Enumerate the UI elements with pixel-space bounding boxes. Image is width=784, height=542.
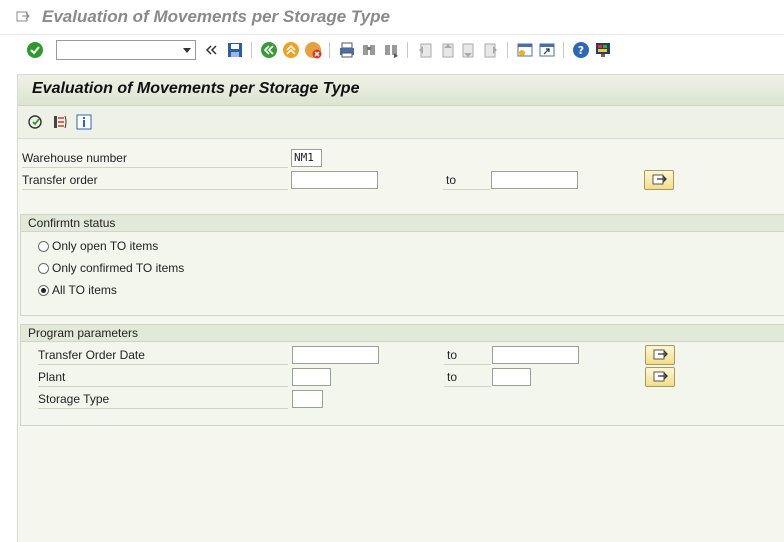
plant-label: Plant bbox=[38, 369, 288, 387]
radio-only-confirmed-label: Only confirmed TO items bbox=[52, 261, 185, 275]
radio-all-items[interactable] bbox=[38, 285, 49, 296]
save-icon[interactable] bbox=[226, 41, 244, 59]
toolbar-separator bbox=[507, 42, 508, 58]
first-page-icon[interactable] bbox=[416, 41, 434, 59]
exit-icon[interactable] bbox=[282, 41, 300, 59]
create-session-icon[interactable] bbox=[516, 41, 534, 59]
window-menu-icon[interactable] bbox=[16, 10, 30, 22]
toolbar-separator bbox=[329, 42, 330, 58]
application-toolbar bbox=[18, 106, 784, 139]
command-field[interactable] bbox=[56, 40, 196, 60]
transfer-order-date-multiple-selection-button[interactable] bbox=[645, 345, 675, 365]
last-page-icon[interactable] bbox=[482, 41, 500, 59]
find-next-icon[interactable] bbox=[382, 41, 400, 59]
transfer-order-date-to-input[interactable] bbox=[492, 346, 579, 364]
confirmation-status-title: Confirmtn status bbox=[21, 215, 784, 232]
toolbar-separator bbox=[563, 42, 564, 58]
plant-to-label: to bbox=[444, 369, 491, 387]
transfer-order-label: Transfer order bbox=[22, 172, 288, 190]
program-parameters-group: Program parameters Transfer Order Date t… bbox=[20, 324, 784, 426]
program-parameters-title: Program parameters bbox=[21, 325, 784, 342]
storage-type-label: Storage Type bbox=[38, 391, 288, 409]
execute-icon[interactable] bbox=[28, 114, 44, 130]
previous-page-icon[interactable] bbox=[438, 41, 456, 59]
next-page-icon[interactable] bbox=[460, 41, 478, 59]
transfer-order-date-from-input[interactable] bbox=[292, 346, 379, 364]
get-variant-icon[interactable] bbox=[52, 114, 68, 130]
transfer-order-date-to-label: to bbox=[444, 347, 491, 365]
transfer-order-multiple-selection-button[interactable] bbox=[644, 170, 674, 190]
customize-layout-icon[interactable] bbox=[594, 41, 612, 59]
confirmation-status-group: Confirmtn status Only open TO items Only… bbox=[20, 214, 784, 316]
transfer-order-to-input[interactable] bbox=[491, 171, 578, 189]
screen-header: Evaluation of Movements per Storage Type bbox=[18, 75, 784, 106]
warehouse-number-input[interactable]: NM1 bbox=[291, 149, 322, 167]
storage-type-input[interactable] bbox=[292, 390, 323, 408]
shortcut-icon[interactable] bbox=[538, 41, 556, 59]
multiple-selection-icon bbox=[653, 349, 668, 360]
find-icon[interactable] bbox=[360, 41, 378, 59]
radio-all-items-label: All TO items bbox=[52, 283, 117, 297]
main-panel: Evaluation of Movements per Storage Type… bbox=[17, 74, 784, 542]
toolbar-separator bbox=[407, 42, 408, 58]
help-icon[interactable]: ? bbox=[572, 41, 590, 59]
title-bar: Evaluation of Movements per Storage Type bbox=[0, 0, 784, 34]
transfer-order-from-input[interactable] bbox=[291, 171, 378, 189]
warehouse-number-label: Warehouse number bbox=[22, 150, 288, 168]
info-icon[interactable] bbox=[76, 114, 92, 130]
back-icon[interactable] bbox=[260, 41, 278, 59]
radio-only-open-label: Only open TO items bbox=[52, 239, 159, 253]
chevron-down-icon[interactable] bbox=[183, 48, 191, 53]
print-icon[interactable] bbox=[338, 41, 356, 59]
back-double-icon[interactable] bbox=[204, 41, 218, 59]
screen-title: Evaluation of Movements per Storage Type bbox=[32, 80, 360, 97]
toolbar-separator bbox=[251, 42, 252, 58]
plant-to-input[interactable] bbox=[492, 368, 531, 386]
radio-only-confirmed[interactable] bbox=[38, 263, 49, 274]
multiple-selection-icon bbox=[653, 371, 668, 382]
radio-only-open[interactable] bbox=[38, 241, 49, 252]
standard-toolbar: ? bbox=[0, 34, 784, 65]
multiple-selection-icon bbox=[652, 174, 667, 185]
window-title: Evaluation of Movements per Storage Type bbox=[42, 7, 390, 26]
plant-multiple-selection-button[interactable] bbox=[645, 367, 675, 387]
svg-text:?: ? bbox=[578, 44, 584, 57]
check-icon[interactable] bbox=[26, 41, 44, 59]
transfer-order-date-label: Transfer Order Date bbox=[38, 347, 288, 365]
cancel-icon[interactable] bbox=[304, 41, 322, 59]
transfer-order-to-label: to bbox=[443, 172, 490, 190]
plant-from-input[interactable] bbox=[292, 368, 331, 386]
